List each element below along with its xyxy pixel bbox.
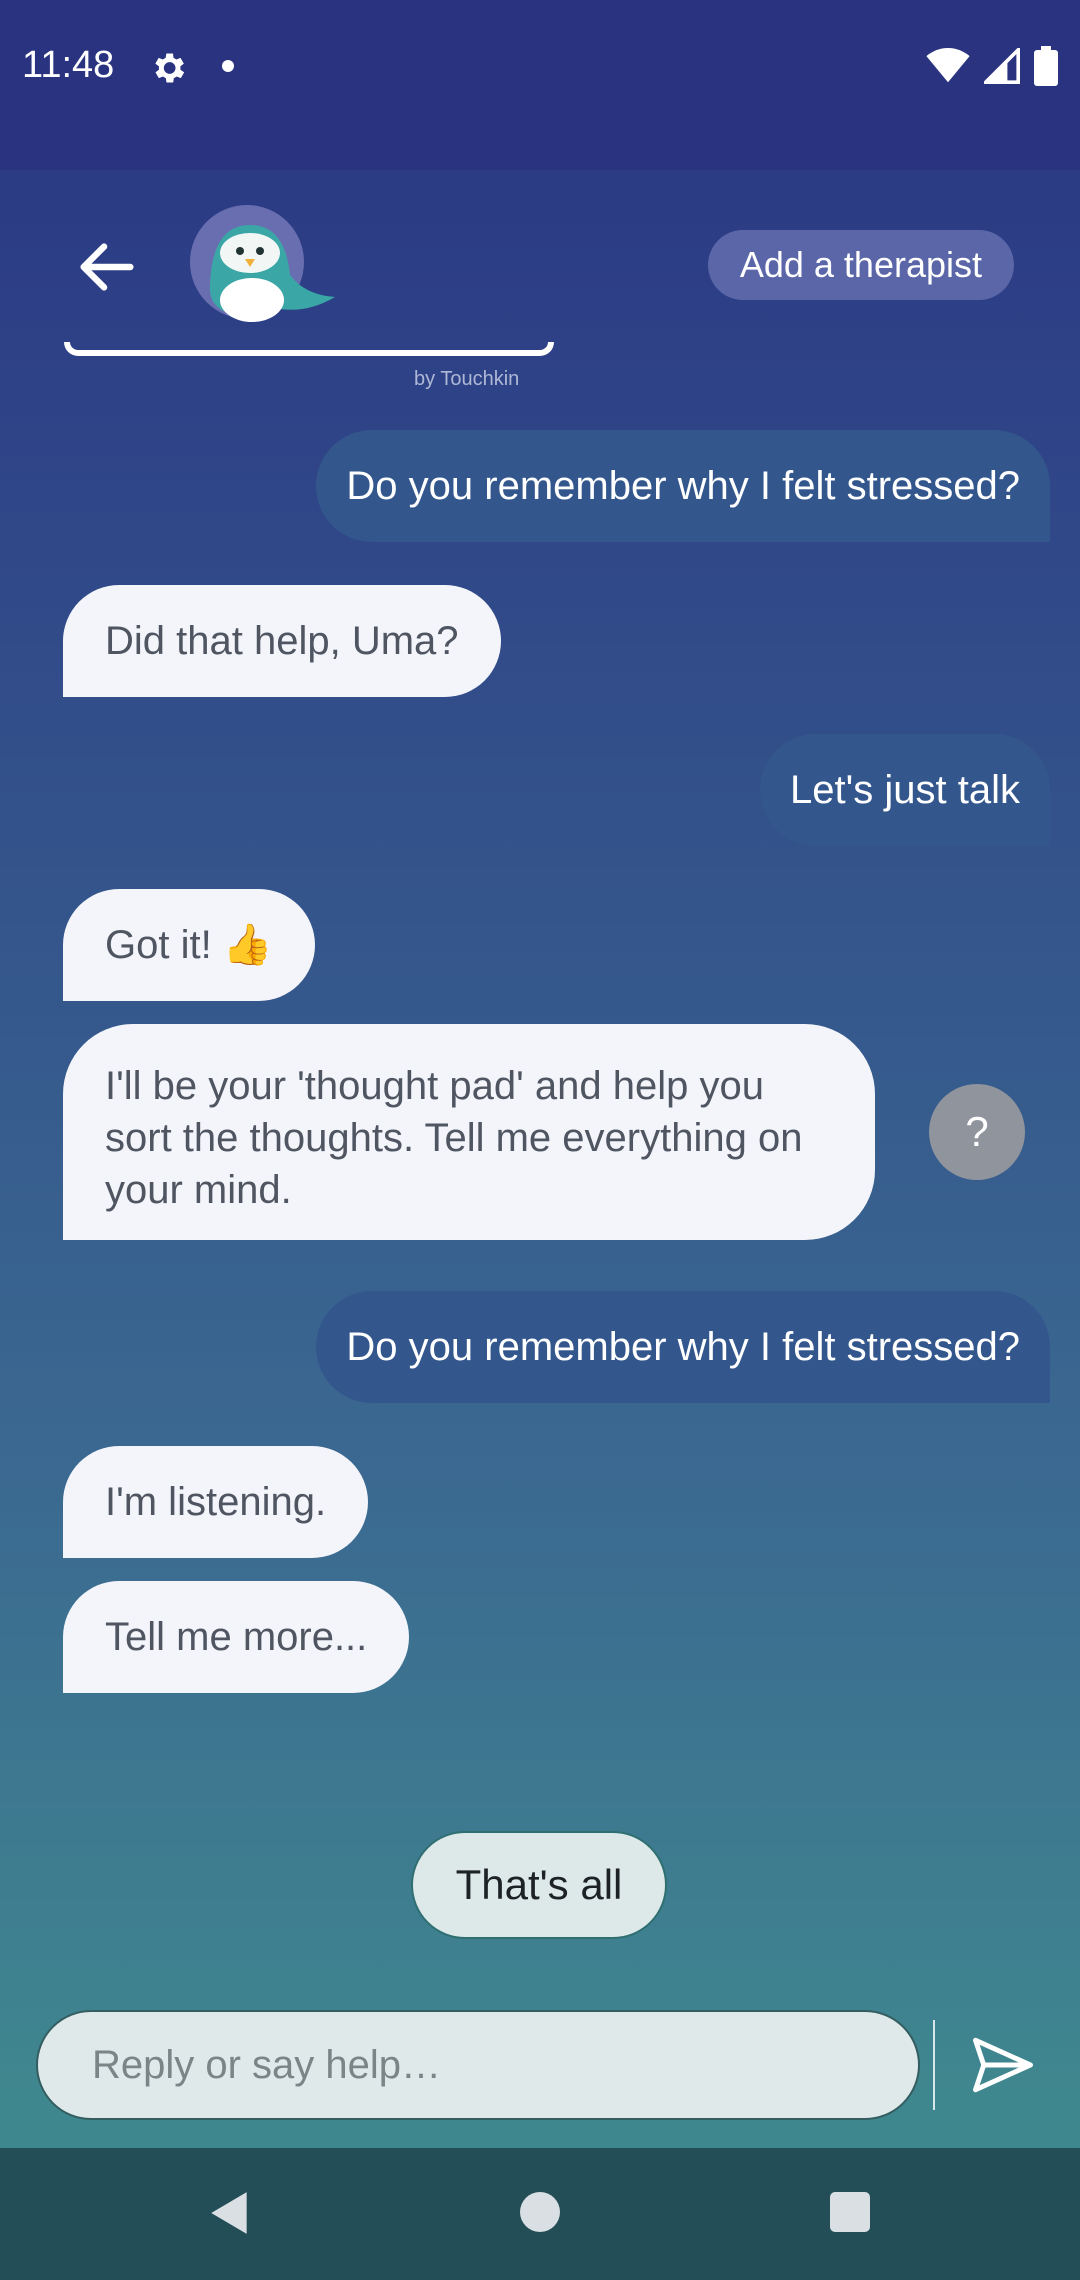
by-touchkin-label: by Touchkin: [414, 368, 520, 390]
add-therapist-button[interactable]: Add a therapist: [707, 230, 1014, 300]
user-message: Do you remember why I felt stressed?: [316, 1291, 1050, 1403]
user-message: Do you remember why I felt stressed?: [316, 430, 1050, 542]
nav-recents-icon[interactable]: [830, 2192, 870, 2232]
notification-dot-icon: [222, 60, 234, 72]
bot-message: Did that help, Uma?: [63, 585, 501, 697]
reply-input[interactable]: [36, 2010, 920, 2120]
bot-message: Tell me more...: [63, 1581, 410, 1693]
settings-gear-icon: [155, 53, 185, 83]
composer-divider: [933, 2020, 935, 2110]
header-underline: [64, 342, 554, 356]
nav-back-icon[interactable]: [205, 2188, 255, 2238]
user-message: Let's just talk: [760, 734, 1050, 846]
battery-icon: [1034, 46, 1058, 86]
system-nav-bar: [0, 2148, 1080, 2280]
chat-header: by Touchkin Add a therapist: [0, 170, 1080, 400]
quick-reply-button[interactable]: That's all: [411, 1831, 667, 1939]
nav-home-icon[interactable]: [520, 2192, 560, 2232]
status-icons: [926, 46, 1058, 86]
bot-message: I'm listening.: [63, 1446, 369, 1558]
bot-message: I'll be your 'thought pad' and help you …: [63, 1024, 875, 1240]
bot-message: Got it! 👍: [63, 889, 315, 1001]
status-time: 11:48: [22, 44, 115, 86]
back-arrow-icon[interactable]: [72, 232, 142, 302]
wifi-icon: [926, 48, 970, 83]
chat-screen: 11:48 by Touchkin Add a therapist Do you…: [0, 0, 1080, 2280]
help-button[interactable]: ?: [929, 1084, 1025, 1180]
cell-signal-icon: [984, 48, 1020, 84]
status-bar: 11:48: [0, 0, 1080, 170]
send-icon[interactable]: [968, 2032, 1038, 2098]
penguin-avatar: [190, 205, 335, 322]
